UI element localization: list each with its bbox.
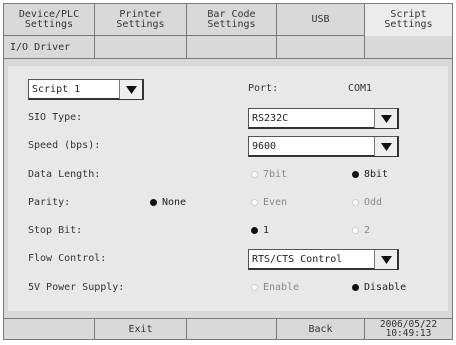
data-length-row: Data Length: 7bit 8bit xyxy=(8,165,448,187)
subtab-empty-3 xyxy=(277,36,365,59)
tab-device-plc-label: Device/PLC Settings xyxy=(18,8,80,30)
script-select[interactable]: Script 1 xyxy=(28,79,144,100)
subtab-empty-2 xyxy=(187,36,277,59)
data-length-8bit-label: 8bit xyxy=(364,169,389,180)
speed-label: Speed (bps): xyxy=(28,140,101,151)
power-supply-enable-radio[interactable]: Enable xyxy=(251,282,299,293)
radio-dot-icon xyxy=(251,227,258,234)
power-supply-row: 5V Power Supply: Enable Disable xyxy=(8,278,448,300)
bottom-empty-2 xyxy=(187,318,277,340)
tab-printer-label: Printer Settings xyxy=(116,8,165,30)
speed-value: 9600 xyxy=(252,141,277,152)
datetime-display: 2006/05/22 10:49:13 xyxy=(365,318,453,340)
sio-type-select[interactable]: RS232C xyxy=(248,108,399,129)
tab-script-settings[interactable]: Script Settings xyxy=(365,3,453,36)
sio-type-label: SIO Type: xyxy=(28,112,83,123)
flow-control-select[interactable]: RTS/CTS Control xyxy=(248,249,399,270)
data-length-7bit-radio[interactable]: 7bit xyxy=(251,169,287,180)
exit-label: Exit xyxy=(128,323,153,335)
radio-dot-icon xyxy=(251,199,258,206)
stop-bit-2-radio[interactable]: 2 xyxy=(352,225,370,236)
port-value: COM1 xyxy=(348,83,373,94)
radio-dot-icon xyxy=(150,199,157,206)
power-supply-label: 5V Power Supply: xyxy=(28,282,125,293)
data-length-label: Data Length: xyxy=(28,169,101,180)
bottom-bar: Exit Back 2006/05/22 10:49:13 xyxy=(3,318,453,340)
tab-usb[interactable]: USB xyxy=(277,3,365,36)
tab-usb-label: USB xyxy=(311,13,330,25)
stop-bit-label: Stop Bit: xyxy=(28,225,83,236)
script-select-value: Script 1 xyxy=(32,84,81,95)
back-label: Back xyxy=(308,323,333,335)
sio-type-row: SIO Type: RS232C xyxy=(8,108,448,130)
stop-bit-row: Stop Bit: 1 2 xyxy=(8,221,448,243)
triangle-down-icon xyxy=(125,85,137,94)
sub-tabs: I/O Driver xyxy=(3,36,453,59)
flow-control-label: Flow Control: xyxy=(28,253,107,264)
stop-bit-1-label: 1 xyxy=(263,225,270,236)
tab-device-plc-settings[interactable]: Device/PLC Settings xyxy=(3,3,95,36)
stop-bit-1-radio[interactable]: 1 xyxy=(251,225,269,236)
main-tabs: Device/PLC Settings Printer Settings Bar… xyxy=(3,3,453,36)
flow-control-value: RTS/CTS Control xyxy=(252,254,343,265)
time-text: 10:49:13 xyxy=(385,328,432,339)
radio-dot-icon xyxy=(251,171,258,178)
radio-dot-icon xyxy=(352,227,359,234)
power-supply-enable-label: Enable xyxy=(263,282,300,293)
tab-printer-settings[interactable]: Printer Settings xyxy=(95,3,187,36)
parity-none-radio[interactable]: None xyxy=(150,197,186,208)
data-length-7bit-label: 7bit xyxy=(263,169,288,180)
port-label: Port: xyxy=(248,83,279,94)
triangle-down-icon xyxy=(380,255,392,264)
parity-none-label: None xyxy=(162,197,187,208)
flow-control-row: Flow Control: RTS/CTS Control xyxy=(8,249,448,271)
data-length-8bit-radio[interactable]: 8bit xyxy=(352,169,388,180)
subtab-empty-4 xyxy=(365,36,453,59)
triangle-down-icon xyxy=(380,142,392,151)
parity-even-radio[interactable]: Even xyxy=(251,197,287,208)
speed-dropdown-button[interactable] xyxy=(374,137,397,156)
parity-even-label: Even xyxy=(263,197,288,208)
parity-odd-label: Odd xyxy=(364,197,383,208)
subtab-empty-1 xyxy=(95,36,187,59)
tab-script-label: Script Settings xyxy=(384,9,433,30)
script-port-row: Script 1 Port: COM1 xyxy=(8,79,448,101)
tab-bar-code-settings[interactable]: Bar Code Settings xyxy=(187,3,277,36)
radio-dot-icon xyxy=(352,284,359,291)
stop-bit-2-label: 2 xyxy=(364,225,371,236)
power-supply-disable-radio[interactable]: Disable xyxy=(352,282,406,293)
parity-odd-radio[interactable]: Odd xyxy=(352,197,382,208)
power-supply-disable-label: Disable xyxy=(364,282,407,293)
parity-row: Parity: None Even Odd xyxy=(8,193,448,215)
script-select-dropdown-button[interactable] xyxy=(119,80,142,99)
triangle-down-icon xyxy=(380,114,392,123)
tab-bar-code-label: Bar Code Settings xyxy=(207,8,256,30)
radio-dot-icon xyxy=(251,284,258,291)
bottom-empty-1 xyxy=(3,318,95,340)
sio-type-dropdown-button[interactable] xyxy=(374,109,397,128)
sio-type-value: RS232C xyxy=(252,113,289,124)
parity-label: Parity: xyxy=(28,197,71,208)
flow-control-dropdown-button[interactable] xyxy=(374,250,397,269)
radio-dot-icon xyxy=(352,199,359,206)
subtab-io-driver-label: I/O Driver xyxy=(10,41,71,53)
speed-select[interactable]: 9600 xyxy=(248,136,399,157)
script-settings-panel: Script 1 Port: COM1 SIO Type: RS232C Spe… xyxy=(8,66,448,311)
back-button[interactable]: Back xyxy=(277,318,365,340)
subtab-io-driver[interactable]: I/O Driver xyxy=(3,36,95,59)
radio-dot-icon xyxy=(352,171,359,178)
speed-row: Speed (bps): 9600 xyxy=(8,136,448,158)
exit-button[interactable]: Exit xyxy=(95,318,187,340)
